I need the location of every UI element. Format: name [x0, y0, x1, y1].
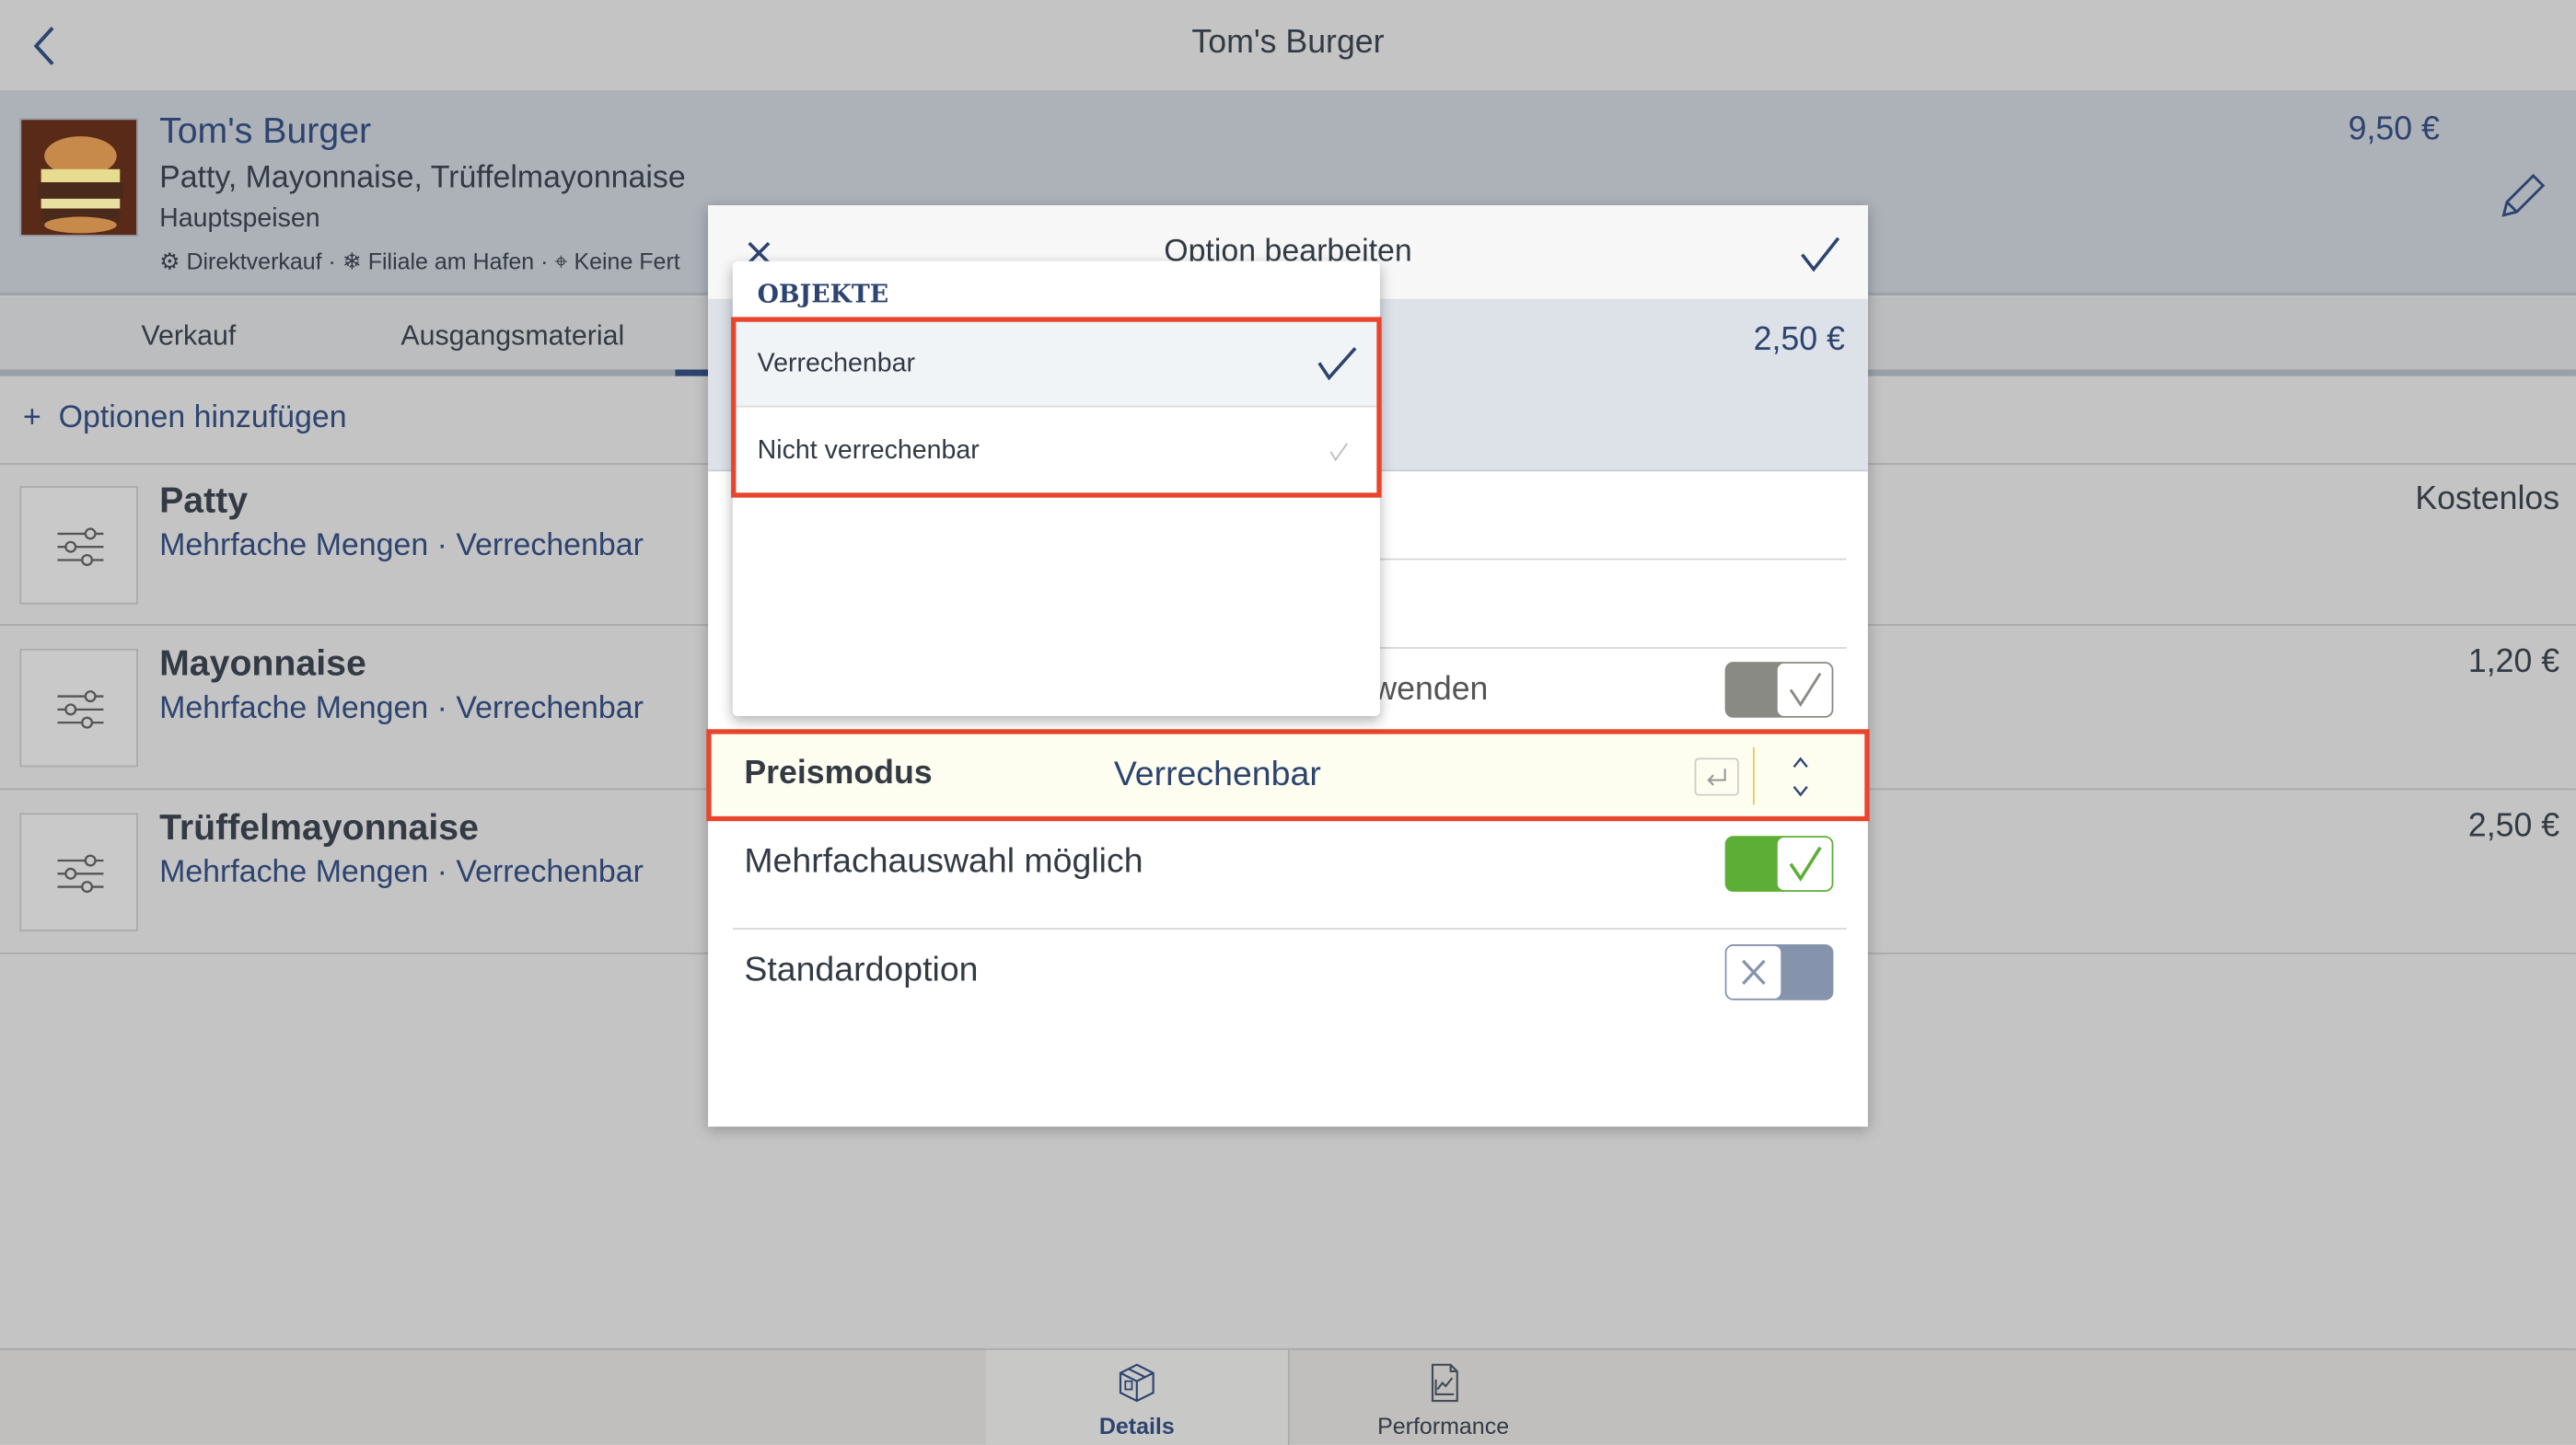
gear-dollar-icon: ⚙ [159, 248, 180, 274]
price-mode-dropdown: OBJEKTE Verrechenbar Nicht verrechenbar [731, 260, 1382, 716]
x-icon [1742, 959, 1766, 985]
tab-verkauf[interactable]: Verkauf [141, 320, 236, 353]
plus-icon: + [22, 400, 41, 435]
sliders-icon [19, 486, 138, 605]
top-bar: Tom's Burger [0, 0, 2576, 89]
product-ingredients: Patty, Mayonnaise, Trüffelmayonnaise [159, 160, 686, 196]
check-icon [1789, 846, 1822, 882]
pencil-icon[interactable] [2497, 169, 2549, 222]
nav-performance[interactable]: Performance [1292, 1350, 1595, 1445]
chart-document-icon [1431, 1363, 1457, 1403]
check-icon [1789, 672, 1822, 708]
sliders-icon [19, 648, 138, 768]
confirm-check-icon[interactable] [1799, 235, 1841, 274]
product-tags: ⚙ Direktverkauf · ❄ Filiale am Hafen · ⌖… [159, 248, 680, 274]
network-icon: ❄ [342, 248, 362, 274]
tab-ausgangsmaterial[interactable]: Ausgangsmaterial [400, 320, 624, 353]
dropdown-header: OBJEKTE [757, 279, 889, 309]
default-option-label: Standardoption [744, 951, 979, 989]
add-options-button[interactable]: + Optionen hinzufügen [23, 400, 347, 436]
stepper-up-down-icon[interactable] [1786, 754, 1816, 800]
location-check-icon: ⌖ [554, 248, 568, 274]
separator [1752, 746, 1755, 805]
dropdown-item-verrechenbar[interactable]: Verrechenbar [732, 319, 1380, 408]
dropdown-item-nicht-verrechenbar[interactable]: Nicht verrechenbar [733, 408, 1380, 495]
multi-select-label: Mehrfachauswahl möglich [744, 842, 1143, 881]
box-icon [1119, 1363, 1155, 1403]
multi-select-toggle[interactable] [1724, 836, 1834, 892]
default-option-toggle[interactable] [1724, 944, 1834, 1000]
price-mode-value[interactable]: Verrechenbar [1114, 756, 1321, 795]
product-name: Tom's Burger [159, 110, 372, 152]
return-icon[interactable] [1694, 757, 1740, 797]
divider [732, 928, 1847, 930]
page-title: Tom's Burger [1191, 24, 1385, 62]
product-category: Hauptspeisen [159, 205, 320, 234]
check-icon [1329, 443, 1348, 462]
price-mode-row[interactable]: Preismodus Verrechenbar [706, 729, 1870, 822]
bottom-nav: Details Performance [0, 1347, 2576, 1445]
sliders-icon [19, 813, 138, 931]
product-price: 9,50 € [2348, 111, 2440, 148]
check-icon [1317, 347, 1357, 381]
price-usage-toggle[interactable] [1724, 662, 1834, 718]
nav-details[interactable]: Details [985, 1349, 1290, 1445]
product-image [19, 118, 138, 237]
